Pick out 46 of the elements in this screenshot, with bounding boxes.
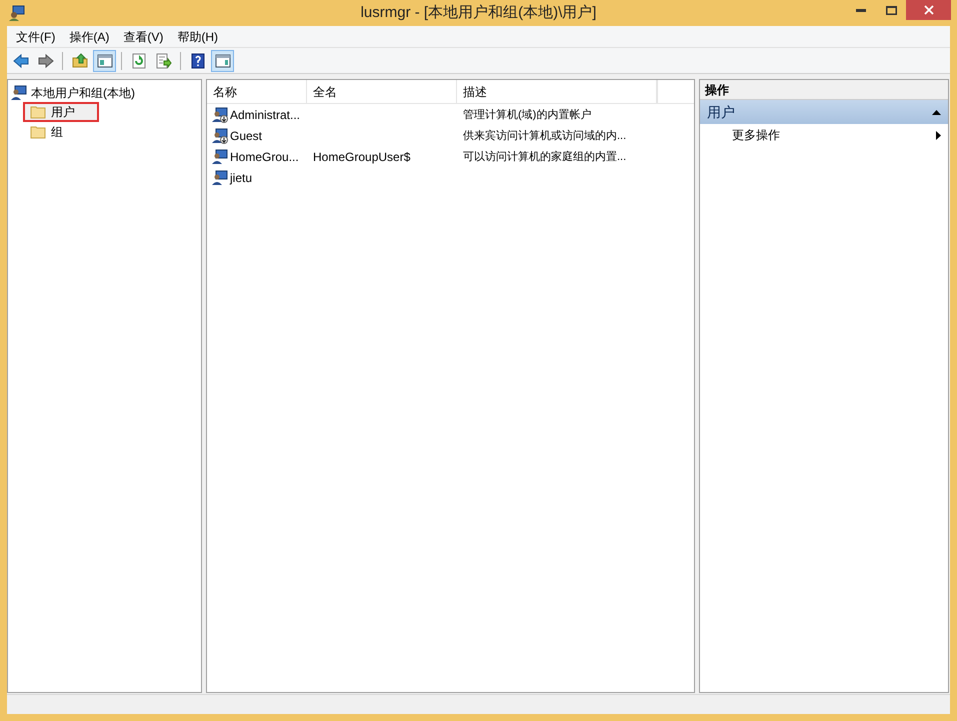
pane-icon: [96, 52, 112, 68]
user-account-icon: [212, 170, 228, 186]
menu-item[interactable]: 查看(V): [116, 28, 170, 46]
refresh-icon: [130, 52, 146, 68]
user-account-icon: [11, 84, 27, 100]
list-item[interactable]: jietu: [207, 168, 307, 186]
collapse-triangle-icon: [932, 110, 941, 114]
menu-item[interactable]: 文件(F): [9, 28, 62, 46]
table-cell: HomeGroupUser$: [313, 150, 410, 164]
user-account-down-arrow-icon: [212, 106, 228, 122]
back-arrow-icon: [12, 52, 28, 68]
pane-icon: [214, 52, 230, 68]
maximize-icon: [886, 6, 896, 14]
close-button[interactable]: [906, 0, 951, 20]
column-header[interactable]: 名称: [207, 80, 307, 103]
app-icon[interactable]: [8, 4, 26, 22]
submenu-arrow-icon: [936, 130, 941, 140]
close-icon: [924, 5, 934, 15]
pane-heading: 操作: [700, 80, 948, 100]
action-item[interactable]: 更多操作: [700, 124, 948, 146]
list-item[interactable]: Administrat...: [207, 106, 307, 124]
folder-icon: [30, 105, 46, 119]
export-list-icon: [156, 52, 172, 68]
column-header[interactable]: 描述: [457, 80, 657, 103]
help-icon: [190, 52, 206, 68]
user-account-down-arrow-icon: [212, 128, 228, 144]
tree-item[interactable]: 本地用户和组(本地): [8, 83, 201, 102]
tree-item[interactable]: 用户: [23, 102, 99, 122]
user-account-icon: [212, 148, 228, 164]
menu-item[interactable]: 操作(A): [62, 28, 116, 46]
table-cell: 管理计算机(域)的内置帐户: [463, 109, 592, 122]
minimize-icon: [856, 8, 866, 12]
window-title: lusrmgr - [本地用户和组(本地)\用户]: [360, 2, 596, 23]
list-item[interactable]: HomeGrou...: [207, 148, 307, 166]
section-header[interactable]: 用户: [700, 100, 948, 124]
toolbar-button[interactable]: [211, 50, 234, 72]
folder-up-icon: [72, 52, 88, 68]
table-cell: 可以访问计算机的家庭组的内置...: [463, 151, 626, 164]
menu-item[interactable]: 帮助(H): [170, 28, 225, 46]
folder-icon: [30, 125, 46, 139]
list-item[interactable]: Guest: [207, 126, 307, 144]
forward-arrow-icon: [38, 52, 54, 68]
column-header[interactable]: 全名: [307, 80, 457, 103]
tree-item[interactable]: 组: [23, 122, 99, 142]
table-cell: 供来宾访问计算机或访问域的内...: [463, 130, 626, 142]
toolbar-button[interactable]: [93, 50, 116, 72]
